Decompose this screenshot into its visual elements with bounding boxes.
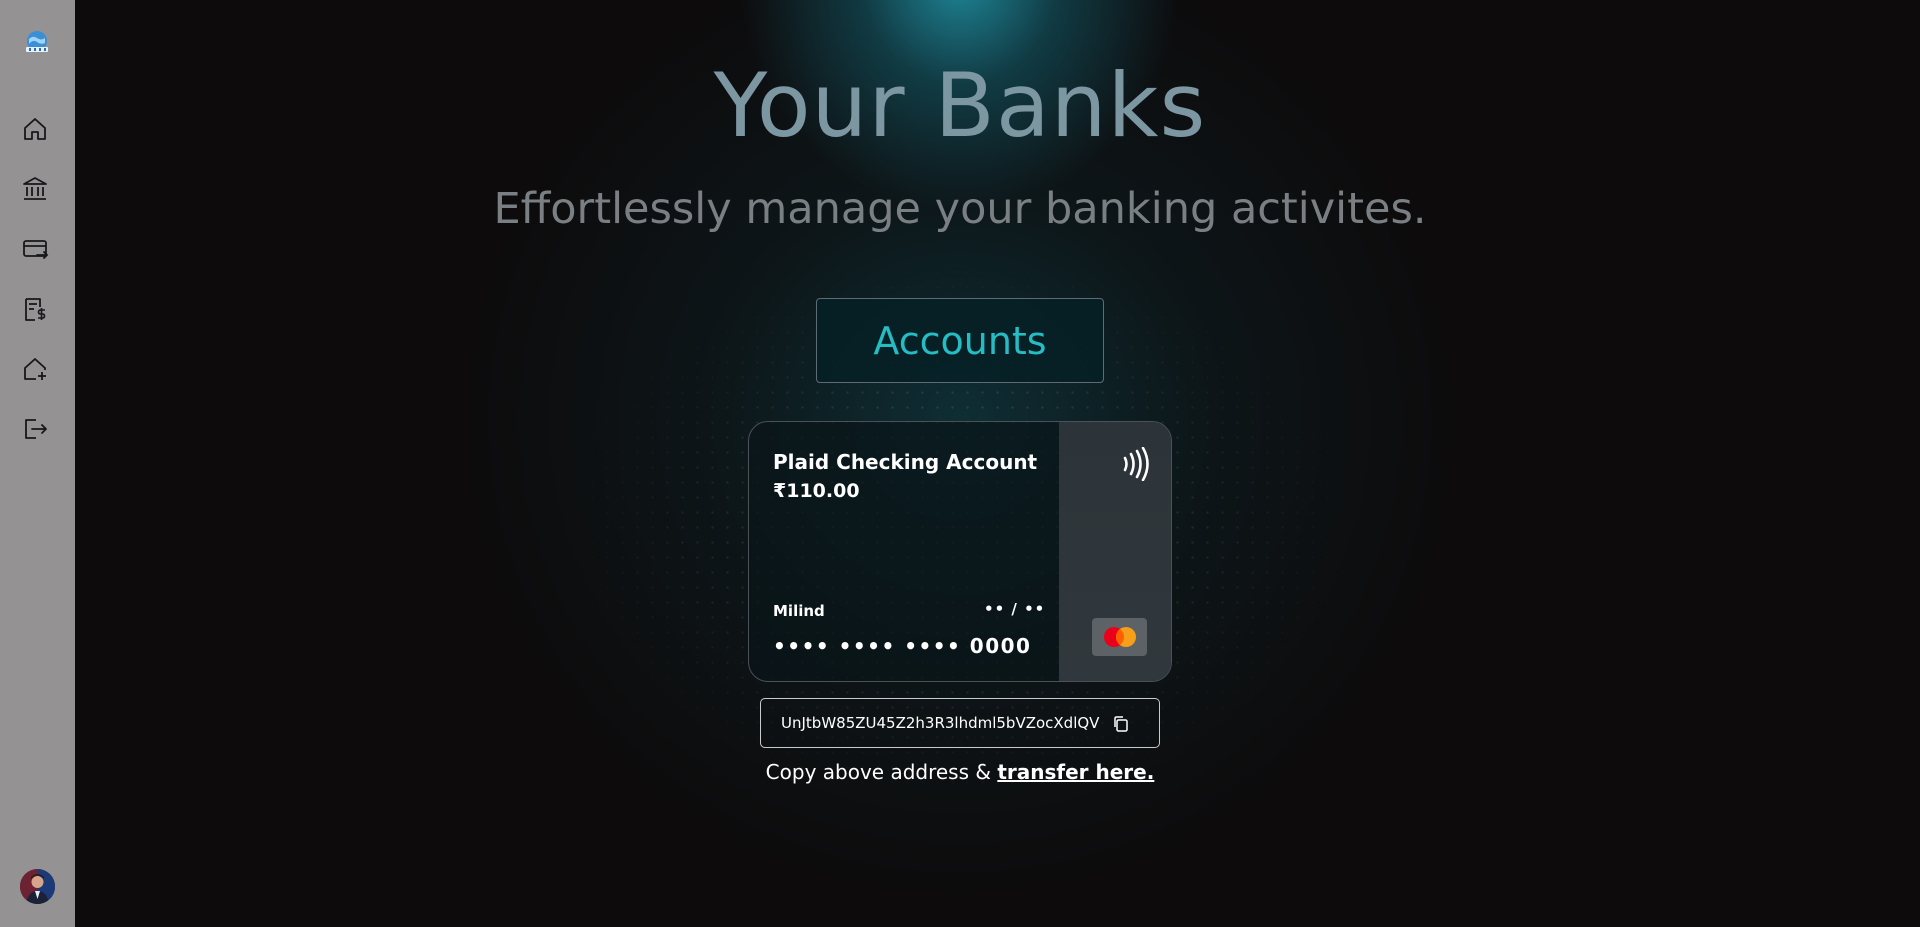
home-plus-icon	[24, 358, 46, 380]
card-transfer-icon	[23, 240, 49, 259]
card-account-name: Plaid Checking Account	[773, 450, 1038, 474]
globe-logo-icon[interactable]	[21, 27, 53, 57]
card-expiry: •• / ••	[984, 600, 1046, 618]
contactless-icon	[1123, 447, 1149, 481]
transfer-link[interactable]: transfer here.	[997, 760, 1154, 784]
card-number: •••• •••• •••• 0000	[773, 634, 1032, 658]
bank-icon	[23, 177, 47, 200]
sidebar-item-logout[interactable]	[20, 414, 50, 444]
card-holder-name: Milind	[773, 602, 825, 620]
card-balance: ₹110.00	[773, 480, 860, 502]
sidebar	[0, 0, 75, 927]
receipt-dollar-icon	[25, 298, 46, 321]
copy-instruction: Copy above address & transfer here.	[75, 760, 1845, 784]
sidebar-item-payment-transfer[interactable]	[20, 294, 50, 324]
user-avatar[interactable]	[20, 869, 55, 904]
copy-icon[interactable]	[1111, 714, 1131, 734]
address-field[interactable]: UnJtbW85ZU45Z2h3R3lhdml5bVZocXdlQV	[760, 698, 1160, 748]
page-subtitle: Effortlessly manage your banking activit…	[493, 184, 1427, 234]
copy-instruction-text: Copy above address &	[765, 760, 998, 784]
app-root: Your Banks Effortlessly manage your bank…	[0, 0, 1920, 927]
sidebar-item-transaction-history[interactable]	[20, 234, 50, 264]
logout-icon	[25, 419, 47, 439]
page-title: Your Banks	[713, 54, 1207, 157]
accounts-button[interactable]: Accounts	[816, 298, 1104, 383]
sidebar-item-connect-bank[interactable]	[20, 354, 50, 384]
mastercard-logo-icon	[1092, 618, 1147, 656]
bank-card[interactable]: Plaid Checking Account ₹110.00 Milind ••…	[748, 421, 1172, 682]
sidebar-item-home[interactable]	[20, 114, 50, 144]
main-content: Your Banks Effortlessly manage your bank…	[75, 0, 1920, 927]
address-value: UnJtbW85ZU45Z2h3R3lhdml5bVZocXdlQV	[781, 714, 1100, 732]
sidebar-item-my-banks[interactable]	[20, 174, 50, 204]
home-icon	[24, 118, 46, 140]
